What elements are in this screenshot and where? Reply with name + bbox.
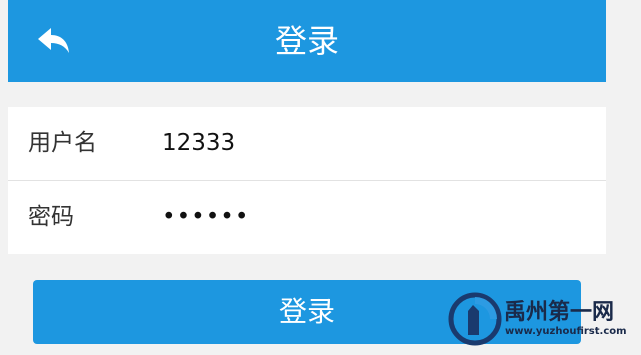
- username-label: 用户名: [28, 130, 97, 156]
- page-title: 登录: [274, 22, 339, 60]
- login-page: 登录 用户名 密码 登录 禹州第一网 www.yuzhoufirst.com: [0, 0, 641, 355]
- watermark-url: www.yuzhoufirst.com: [505, 326, 627, 337]
- back-button[interactable]: [34, 22, 74, 62]
- back-arrow-icon: [38, 28, 69, 53]
- site-logo-icon: [448, 292, 502, 346]
- watermark: 禹州第一网 www.yuzhoufirst.com: [448, 292, 638, 352]
- watermark-name: 禹州第一网: [504, 300, 615, 325]
- username-row: 用户名: [8, 107, 606, 180]
- password-input[interactable]: [162, 195, 582, 239]
- password-row: 密码: [8, 181, 606, 254]
- username-input[interactable]: [162, 121, 582, 165]
- header-bar: 登录: [8, 0, 606, 82]
- password-label: 密码: [28, 204, 74, 230]
- login-form: 用户名 密码: [8, 107, 606, 254]
